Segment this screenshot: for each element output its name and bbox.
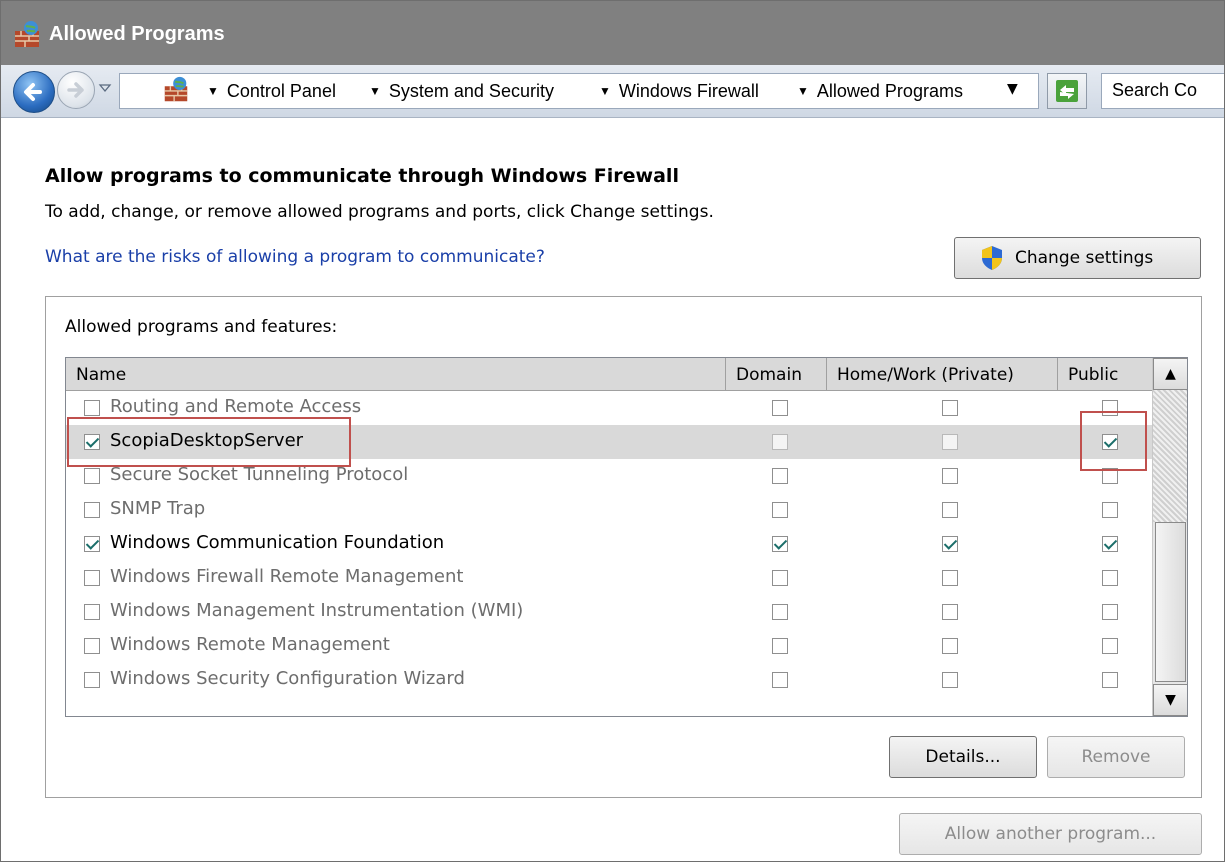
domain-profile-checkbox[interactable] [772,570,788,586]
domain-profile-checkbox[interactable] [772,502,788,518]
allowed-programs-list[interactable]: Name Domain Home/Work (Private) Public R… [65,357,1188,717]
program-name: Routing and Remote Access [110,396,362,417]
breadcrumb-allowed-programs[interactable]: ▼ Allowed Programs [797,79,963,103]
domain-profile-checkbox[interactable] [772,536,788,552]
details-button[interactable]: Details... [889,736,1037,778]
program-row[interactable]: SNMP Trap [66,493,1152,527]
public-profile-checkbox[interactable] [1102,502,1118,518]
firewall-location-icon [164,76,188,102]
private-profile-checkbox[interactable] [942,400,958,416]
public-profile-checkbox[interactable] [1102,536,1118,552]
program-enabled-checkbox[interactable] [84,502,100,518]
private-profile-checkbox[interactable] [942,638,958,654]
arrow-down-icon: ▼ [1165,692,1176,708]
program-name: Windows Security Configuration Wizard [110,668,465,689]
program-row[interactable]: Windows Remote Management [66,629,1152,663]
refresh-icon [1056,80,1078,102]
column-header-public[interactable]: Public [1058,358,1152,390]
program-name: Windows Communication Foundation [110,532,445,553]
domain-profile-checkbox[interactable] [772,434,788,450]
program-row[interactable]: Windows Management Instrumentation (WMI) [66,595,1152,629]
private-profile-checkbox[interactable] [942,502,958,518]
column-header-domain[interactable]: Domain [726,358,827,390]
domain-profile-checkbox[interactable] [772,400,788,416]
highlight-public-checkbox [1080,411,1147,471]
arrow-up-icon: ▲ [1165,366,1176,382]
back-arrow-icon [24,83,42,101]
private-profile-checkbox[interactable] [942,672,958,688]
highlight-scopia-row [67,417,351,467]
program-enabled-checkbox[interactable] [84,604,100,620]
program-row[interactable]: Windows Firewall Remote Management [66,561,1152,595]
breadcrumb-control-panel[interactable]: ▼ Control Panel [207,79,336,103]
list-header: Name Domain Home/Work (Private) Public [66,358,1152,391]
chevron-down-icon: ▼ [599,84,611,98]
program-enabled-checkbox[interactable] [84,570,100,586]
program-enabled-checkbox[interactable] [84,638,100,654]
breadcrumb-windows-firewall[interactable]: ▼ Windows Firewall [599,79,759,103]
program-name: Windows Remote Management [110,634,390,655]
domain-profile-checkbox[interactable] [772,672,788,688]
allowed-programs-label: Allowed programs and features: [65,317,338,337]
page-description: To add, change, or remove allowed progra… [45,202,714,222]
chevron-down-icon: ▼ [207,84,219,98]
program-enabled-checkbox[interactable] [84,536,100,552]
program-name: Windows Management Instrumentation (WMI) [110,600,524,621]
forward-arrow-icon [67,82,84,98]
risks-help-link[interactable]: What are the risks of allowing a program… [45,247,545,267]
title-bar: Allowed Programs [1,1,1224,65]
public-profile-checkbox[interactable] [1102,638,1118,654]
back-button[interactable] [13,71,55,113]
chevron-down-icon: ▼ [797,84,809,98]
uac-shield-icon [982,246,1002,270]
firewall-icon [15,21,39,47]
chevron-down-icon: ▼ [369,84,381,98]
column-header-private[interactable]: Home/Work (Private) [827,358,1058,390]
program-enabled-checkbox[interactable] [84,672,100,688]
scroll-thumb[interactable] [1155,522,1186,682]
column-header-name[interactable]: Name [66,358,726,390]
program-name: SNMP Trap [110,498,206,519]
allow-another-program-button[interactable]: Allow another program... [899,813,1202,855]
scroll-track[interactable] [1153,390,1187,522]
program-enabled-checkbox[interactable] [84,468,100,484]
scroll-down-button[interactable]: ▼ [1153,684,1187,716]
public-profile-checkbox[interactable] [1102,672,1118,688]
forward-button[interactable] [57,71,95,109]
program-name: Windows Firewall Remote Management [110,566,464,587]
search-input[interactable]: Search Co [1101,73,1224,109]
allowed-programs-window: Allowed Programs ▼ Control Panel ▼ System … [0,0,1225,862]
program-name: Secure Socket Tunneling Protocol [110,464,409,485]
program-row[interactable]: Windows Communication Foundation [66,527,1152,561]
private-profile-checkbox[interactable] [942,468,958,484]
program-enabled-checkbox[interactable] [84,400,100,416]
domain-profile-checkbox[interactable] [772,638,788,654]
program-row[interactable]: Windows Security Configuration Wizard [66,663,1152,697]
private-profile-checkbox[interactable] [942,570,958,586]
search-placeholder: Search Co [1112,80,1198,100]
private-profile-checkbox[interactable] [942,434,958,450]
breadcrumb-system-and-security[interactable]: ▼ System and Security [369,79,554,103]
scroll-up-button[interactable]: ▲ [1153,358,1187,390]
domain-profile-checkbox[interactable] [772,604,788,620]
domain-profile-checkbox[interactable] [772,468,788,484]
page-title: Allow programs to communicate through Wi… [45,165,679,187]
public-profile-checkbox[interactable] [1102,604,1118,620]
address-dropdown-icon[interactable]: ▼ [1007,81,1018,97]
remove-button[interactable]: Remove [1047,736,1185,778]
refresh-button[interactable] [1047,73,1087,109]
window-title: Allowed Programs [49,23,225,45]
private-profile-checkbox[interactable] [942,536,958,552]
private-profile-checkbox[interactable] [942,604,958,620]
public-profile-checkbox[interactable] [1102,570,1118,586]
list-scrollbar[interactable]: ▲ ▼ [1152,358,1187,716]
recent-pages-dropdown-icon[interactable] [98,81,112,95]
